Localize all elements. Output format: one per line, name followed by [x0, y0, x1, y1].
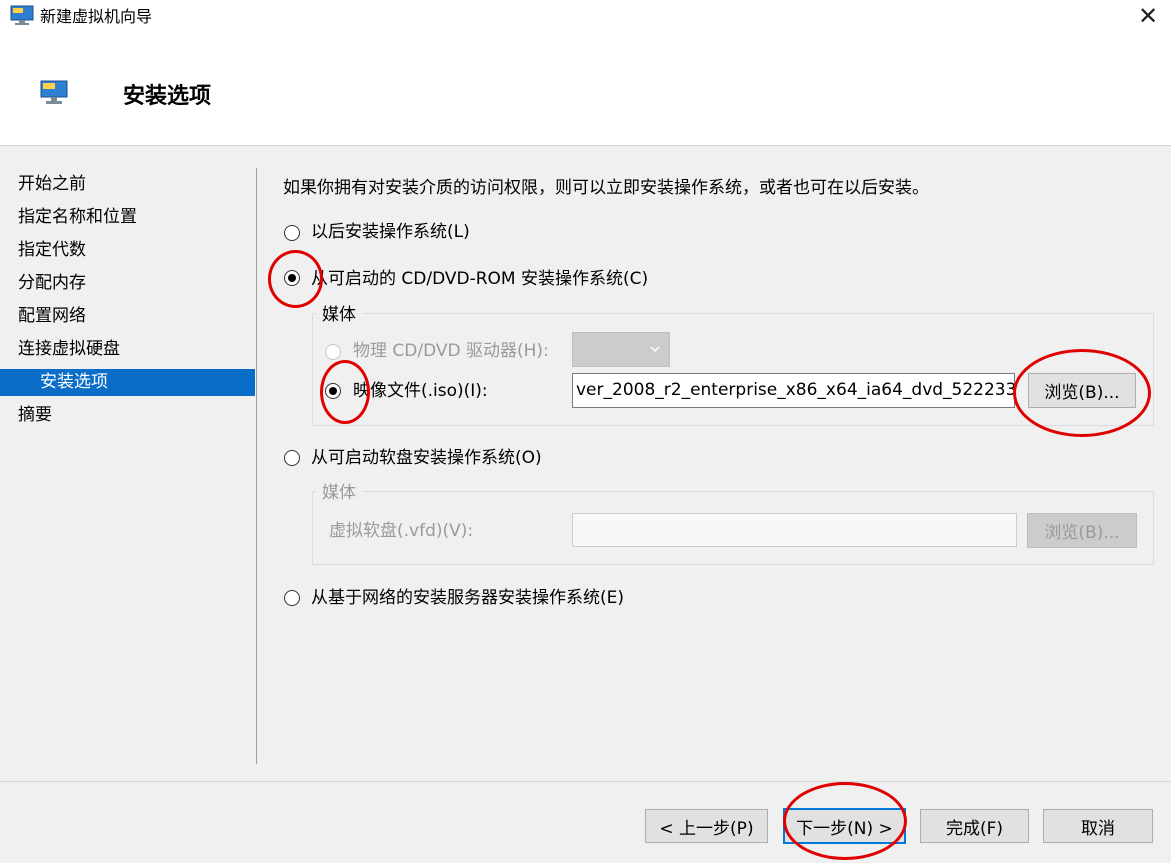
install-cd-label[interactable]: 从可启动的 CD/DVD-ROM 安装操作系统(C) [311, 267, 648, 291]
floppy-media-group-label: 媒体 [316, 481, 362, 505]
footer-divider [0, 781, 1171, 782]
next-button[interactable]: 下一步(N) > [783, 808, 906, 844]
install-network-label[interactable]: 从基于网络的安装服务器安装操作系统(E) [311, 586, 624, 610]
radio-install-cd[interactable] [284, 270, 300, 286]
nav-item-name-and-location[interactable]: 指定名称和位置 [0, 201, 255, 234]
close-icon[interactable]: ✕ [1125, 0, 1171, 32]
nav-item-before-you-begin[interactable]: 开始之前 [0, 168, 255, 201]
page-title: 安装选项 [123, 84, 212, 109]
physical-drive-label: 物理 CD/DVD 驱动器(H): [353, 341, 549, 361]
title-bar: 新建虚拟机向导 ✕ [0, 0, 1171, 36]
vfd-label: 虚拟软盘(.vfd)(V): [329, 521, 474, 541]
radio-install-network[interactable] [284, 590, 300, 606]
radio-image-file[interactable] [325, 383, 341, 399]
finish-button[interactable]: 完成(F) [920, 809, 1029, 843]
nav-item-summary[interactable]: 摘要 [0, 399, 255, 432]
nav-item-generation[interactable]: 指定代数 [0, 234, 255, 267]
vfd-path-input[interactable] [572, 513, 1017, 547]
computer-monitor-icon [40, 80, 68, 104]
wizard-step-list: 开始之前 指定名称和位置 指定代数 分配内存 配置网络 连接虚拟硬盘 安装选项 … [0, 168, 255, 432]
browse-vfd-button[interactable]: 浏览(B)... [1027, 513, 1137, 548]
intro-text: 如果你拥有对安装介质的访问权限，则可以立即安装操作系统，或者也可在以后安装。 [283, 178, 929, 198]
cd-media-group [312, 313, 1154, 426]
install-later-label[interactable]: 以后安装操作系统(L) [311, 220, 470, 244]
nav-item-networking[interactable]: 配置网络 [0, 300, 255, 333]
nav-item-memory[interactable]: 分配内存 [0, 267, 255, 300]
image-file-label: 映像文件(.iso)(I): [353, 381, 488, 401]
chevron-down-icon [650, 345, 660, 352]
install-floppy-label[interactable]: 从可启动软盘安装操作系统(O) [311, 446, 542, 470]
radio-install-later[interactable] [284, 225, 300, 241]
nav-item-installation-options[interactable]: 安装选项 [0, 369, 255, 396]
browse-iso-button[interactable]: 浏览(B)... [1028, 373, 1136, 408]
nav-item-virtual-hard-disk[interactable]: 连接虚拟硬盘 [0, 333, 255, 366]
physical-drive-select[interactable] [572, 332, 670, 367]
radio-physical-drive[interactable] [325, 344, 341, 360]
computer-monitor-icon [10, 5, 34, 25]
nav-divider [256, 168, 257, 764]
cd-media-group-label: 媒体 [316, 303, 362, 327]
radio-install-floppy[interactable] [284, 450, 300, 466]
window-title: 新建虚拟机向导 [40, 7, 153, 26]
wizard-header: 安装选项 [0, 36, 1171, 146]
image-file-path-input[interactable]: ver_2008_r2_enterprise_x86_x64_ia64_dvd_… [572, 373, 1015, 408]
cancel-button[interactable]: 取消 [1043, 809, 1153, 843]
previous-button[interactable]: < 上一步(P) [645, 809, 768, 843]
